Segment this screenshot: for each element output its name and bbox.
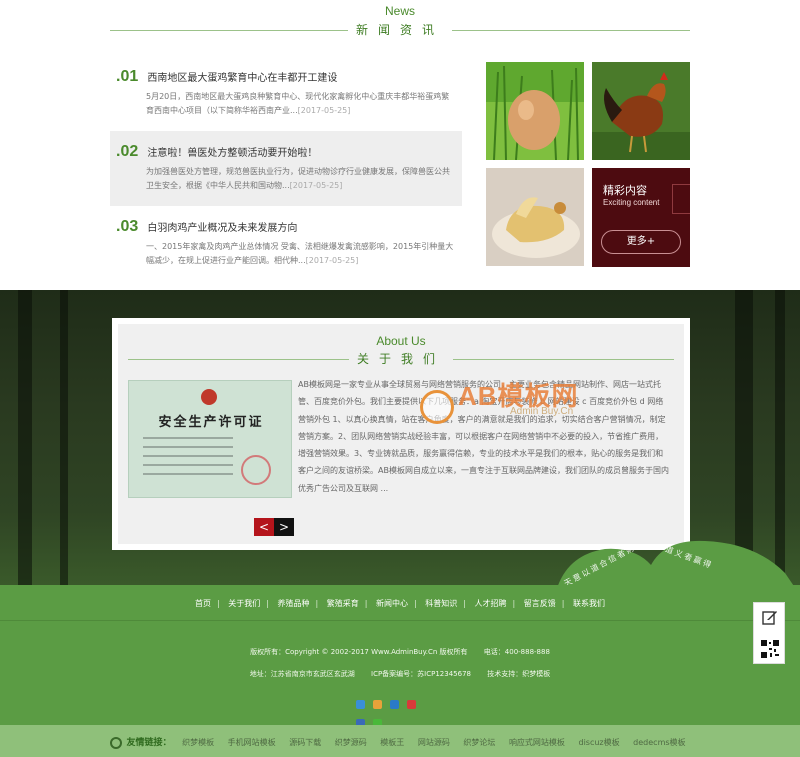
license-certificate-image[interactable]: 安全生产许可证 [128,380,292,498]
edit-icon[interactable] [762,609,778,625]
news-item-2[interactable]: .02 注意啦！兽医处方整顿活动要开始啦！ 为加强兽医处方管理，规范兽医执业行为… [110,131,462,206]
news-excerpt: 一、2015年家禽及肉鸡产业总体情况 受禽、法相继爆发禽流感影响，2015年引种… [146,242,454,265]
friend-link[interactable]: 织梦论坛 [463,738,495,747]
news-number: .01 [116,68,139,85]
news-title-link[interactable]: 注意啦！兽医处方整顿活动要开始啦！ [147,148,317,159]
cooked-chicken-image[interactable] [486,168,584,266]
qr-code-icon[interactable] [760,639,780,659]
news-item-3[interactable]: .03 白羽肉鸡产业概况及未来发展方向 一、2015年家禽及肉鸡产业总体情况 受… [110,206,462,281]
egg-in-grass-image[interactable] [486,62,584,160]
about-section: About Us 关于我们 安全生产许可证 AB模板网是一家专业从事全球贸易与网… [0,290,800,585]
footer-nav-about[interactable]: 关于我们 [228,599,260,608]
green-hill-decoration [558,540,794,585]
certificate-seal-icon [241,455,271,485]
news-title-cn: 新闻资讯 [347,22,452,38]
news-date: [2017-05-25] [297,106,351,115]
footer-nav: 首页 | 关于我们 | 养殖品种 | 繁殖采育 | 新闻中心 | 科普知识 | 人才招聘 | … [195,599,605,608]
page: News 新闻资讯 .01 西南地区最大蛋鸡繁育中心在丰都开工建设 5月20日，… [0,0,800,757]
promo-more-button[interactable]: 更多+ [601,230,681,254]
address-text: 地址：江苏省南京市玄武区玄武湖 [249,670,355,678]
footer-nav-feedback[interactable]: 留言反馈 [524,599,556,608]
watermark-badge-icon [420,390,454,424]
watermark-url: Admin Buy.Cn [510,406,574,417]
news-number: .02 [116,143,139,160]
footer-nav-news[interactable]: 新闻中心 [376,599,408,608]
copyright-text: 版权所有：Copyright © 2002-2017 Www.AdminBuy.… [250,648,468,656]
footer-copyright-line: 版权所有：Copyright © 2002-2017 Www.AdminBuy.… [0,647,800,657]
prev-arrow-button[interactable]: < [254,518,274,536]
news-excerpt: 为加强兽医处方管理，规范兽医执业行为，促进动物诊疗行业健康发展，保障兽医公共卫生… [146,167,450,190]
news-item-1[interactable]: .01 西南地区最大蛋鸡繁育中心在丰都开工建设 5月20日，西南地区最大蛋鸡良种… [110,56,462,131]
footer-divider [0,620,800,621]
news-title-en: News [384,4,415,18]
share-icons [356,694,436,728]
news-excerpt: 5月20日，西南地区最大蛋鸡良种繁育中心、现代化家禽孵化中心重庆丰都华裕蛋鸡繁育… [146,92,450,115]
footer-nav-breeds[interactable]: 养殖品种 [278,599,310,608]
rooster-image[interactable] [592,62,690,160]
next-arrow-button[interactable]: > [274,518,294,536]
promo-subtitle: Exciting content [603,198,660,207]
icp-text[interactable]: ICP备案编号：苏ICP12345678 [371,670,471,678]
friend-link[interactable]: 手机网站模板 [228,738,276,747]
friend-link[interactable]: 模板王 [380,738,404,747]
news-list: .01 西南地区最大蛋鸡繁育中心在丰都开工建设 5月20日，西南地区最大蛋鸡良种… [110,56,462,281]
share-weibo-icon[interactable] [373,700,383,709]
background-tree [18,290,32,585]
news-heading: News 新闻资讯 [110,4,690,40]
news-date: [2017-05-25] [289,181,343,190]
footer-nav-contact[interactable]: 联系我们 [573,599,605,608]
friend-link[interactable]: 织梦源码 [335,738,367,747]
about-card: About Us 关于我们 安全生产许可证 AB模板网是一家专业从事全球贸易与网… [112,318,690,550]
friend-link[interactable]: 源码下载 [289,738,321,747]
about-title-en: About Us [376,334,426,348]
support-text[interactable]: 技术支持：织梦模板 [487,670,550,678]
link-chain-icon [110,736,122,749]
friend-link[interactable]: 网站源码 [418,738,450,747]
friend-links-label: 友情链接： [126,738,172,748]
news-number: .03 [116,218,139,235]
promo-bracket-decoration [672,184,690,214]
watermark-logo: AB模板网 Admin Buy.Cn [420,376,630,432]
certificate-text-lines [143,437,233,482]
about-heading: About Us 关于我们 [118,334,684,367]
footer-nav-home[interactable]: 首页 [195,599,211,608]
floating-toolbar [753,602,785,664]
share-qzone-icon[interactable] [356,700,365,709]
friend-link[interactable]: discuz模板 [578,738,619,747]
friend-links-bar: 友情链接： 织梦模板 手机网站模板 源码下载 织梦源码 模板王 网站源码 织梦论… [0,725,800,757]
certificate-title: 安全生产许可证 [158,415,264,430]
share-tencent-icon[interactable] [390,700,400,709]
phone-text: 电话：400-888-888 [483,648,550,656]
friend-link[interactable]: 织梦模板 [182,738,214,747]
news-title-link[interactable]: 西南地区最大蛋鸡繁育中心在丰都开工建设 [147,73,337,84]
footer-nav-breeding[interactable]: 繁殖采育 [327,599,359,608]
footer-nav-jobs[interactable]: 人才招聘 [475,599,507,608]
about-title-cn: 关于我们 [348,351,453,367]
national-emblem-icon [201,389,217,405]
slider-arrows: < > [254,518,294,536]
footer: 首页 | 关于我们 | 养殖品种 | 繁殖采育 | 新闻中心 | 科普知识 | 人才招聘 | … [0,585,800,728]
news-date: [2017-05-25] [305,256,359,265]
share-renren-icon[interactable] [407,700,417,709]
footer-address-line: 地址：江苏省南京市玄武区玄武湖 ICP备案编号：苏ICP12345678 技术支… [0,669,800,679]
promo-title: 精彩内容 [603,184,647,197]
friend-link[interactable]: 响应式网站模板 [509,738,565,747]
news-image-grid: 精彩内容 Exciting content 更多+ [486,62,690,267]
friend-link[interactable]: dedecms模板 [633,738,685,747]
news-title-link[interactable]: 白羽肉鸡产业概况及未来发展方向 [147,223,297,234]
background-tree [60,290,68,585]
footer-nav-knowledge[interactable]: 科普知识 [425,599,457,608]
promo-panel: 精彩内容 Exciting content 更多+ [592,168,690,267]
news-section: News 新闻资讯 .01 西南地区最大蛋鸡繁育中心在丰都开工建设 5月20日，… [0,0,800,290]
friend-links: 友情链接： 织梦模板 手机网站模板 源码下载 织梦源码 模板王 网站源码 织梦论… [110,735,697,749]
